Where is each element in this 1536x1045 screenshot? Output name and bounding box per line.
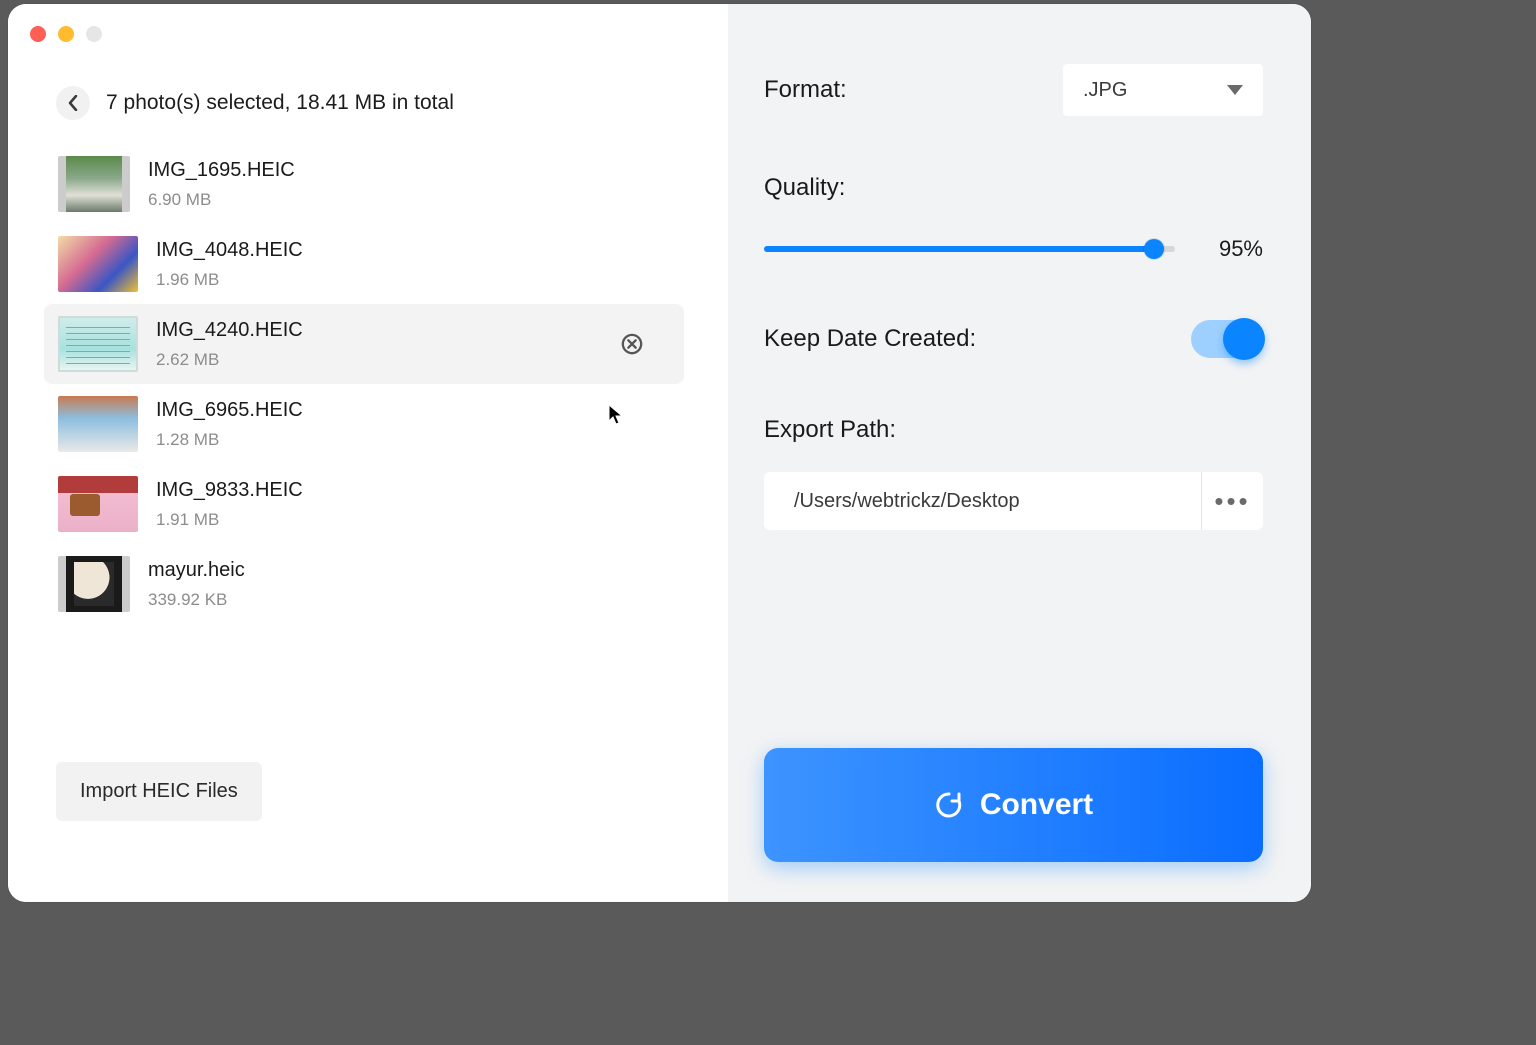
browse-path-button[interactable]: •••	[1201, 472, 1263, 530]
keep-date-label: Keep Date Created:	[764, 325, 976, 353]
file-row[interactable]: IMG_6965.HEIC 1.28 MB	[44, 384, 684, 464]
file-row[interactable]: IMG_1695.HEIC 6.90 MB	[44, 144, 684, 224]
ellipsis-icon: •••	[1214, 486, 1250, 517]
options-pane: Format: .JPG Quality: 95% Keep Date Crea…	[728, 4, 1311, 902]
file-row[interactable]: IMG_4048.HEIC 1.96 MB	[44, 224, 684, 304]
remove-file-button[interactable]	[620, 332, 644, 356]
convert-label: Convert	[980, 788, 1093, 822]
file-row[interactable]: IMG_4240.HEIC 2.62 MB	[44, 304, 684, 384]
header: 7 photo(s) selected, 18.41 MB in total	[56, 86, 454, 120]
toggle-knob	[1223, 318, 1265, 360]
file-list: IMG_1695.HEIC 6.90 MB IMG_4048.HEIC 1.96…	[44, 144, 684, 624]
quality-label: Quality:	[764, 174, 1263, 202]
file-meta: mayur.heic 339.92 KB	[148, 559, 245, 610]
file-thumbnail	[58, 556, 130, 612]
file-name: IMG_4240.HEIC	[156, 319, 303, 342]
file-size: 1.96 MB	[156, 270, 303, 290]
minimize-window-button[interactable]	[58, 26, 74, 42]
file-meta: IMG_9833.HEIC 1.91 MB	[156, 479, 303, 530]
zoom-window-button[interactable]	[86, 26, 102, 42]
file-meta: IMG_1695.HEIC 6.90 MB	[148, 159, 295, 210]
file-meta: IMG_6965.HEIC 1.28 MB	[156, 399, 303, 450]
quality-row: Quality: 95%	[764, 174, 1263, 262]
file-name: IMG_9833.HEIC	[156, 479, 303, 502]
quality-value: 95%	[1203, 236, 1263, 262]
close-window-button[interactable]	[30, 26, 46, 42]
refresh-icon	[934, 790, 964, 820]
keep-date-row: Keep Date Created:	[764, 320, 1263, 358]
quality-slider[interactable]	[764, 239, 1175, 259]
format-value: .JPG	[1083, 79, 1127, 102]
file-meta: IMG_4240.HEIC 2.62 MB	[156, 319, 303, 370]
format-label: Format:	[764, 76, 847, 104]
selection-summary: 7 photo(s) selected, 18.41 MB in total	[106, 91, 454, 115]
file-meta: IMG_4048.HEIC 1.96 MB	[156, 239, 303, 290]
file-thumbnail	[58, 236, 138, 292]
keep-date-toggle[interactable]	[1191, 320, 1263, 358]
file-thumbnail	[58, 316, 138, 372]
file-thumbnail	[58, 396, 138, 452]
file-size: 2.62 MB	[156, 350, 303, 370]
slider-thumb[interactable]	[1144, 239, 1164, 259]
format-row: Format: .JPG	[764, 64, 1263, 116]
file-name: mayur.heic	[148, 559, 245, 582]
file-name: IMG_4048.HEIC	[156, 239, 303, 262]
file-row[interactable]: IMG_9833.HEIC 1.91 MB	[44, 464, 684, 544]
cursor-icon	[608, 404, 626, 426]
close-circle-icon	[621, 333, 643, 355]
file-size: 6.90 MB	[148, 190, 295, 210]
left-pane: 7 photo(s) selected, 18.41 MB in total I…	[8, 4, 728, 902]
export-path-row: Export Path: /Users/webtrickz/Desktop ••…	[764, 416, 1263, 530]
file-size: 339.92 KB	[148, 590, 245, 610]
file-thumbnail	[58, 476, 138, 532]
window-traffic-lights	[30, 26, 102, 42]
back-button[interactable]	[56, 86, 90, 120]
chevron-left-icon	[68, 95, 78, 111]
file-thumbnail	[58, 156, 130, 212]
export-path-label: Export Path:	[764, 416, 1263, 444]
file-name: IMG_1695.HEIC	[148, 159, 295, 182]
file-size: 1.28 MB	[156, 430, 303, 450]
file-name: IMG_6965.HEIC	[156, 399, 303, 422]
file-row[interactable]: mayur.heic 339.92 KB	[44, 544, 684, 624]
convert-button[interactable]: Convert	[764, 748, 1263, 862]
import-files-button[interactable]: Import HEIC Files	[56, 762, 262, 821]
export-path-value: /Users/webtrickz/Desktop	[764, 472, 1201, 530]
app-window: 7 photo(s) selected, 18.41 MB in total I…	[8, 4, 1311, 902]
format-select[interactable]: .JPG	[1063, 64, 1263, 116]
slider-fill	[764, 246, 1154, 252]
chevron-down-icon	[1227, 85, 1243, 95]
file-size: 1.91 MB	[156, 510, 303, 530]
